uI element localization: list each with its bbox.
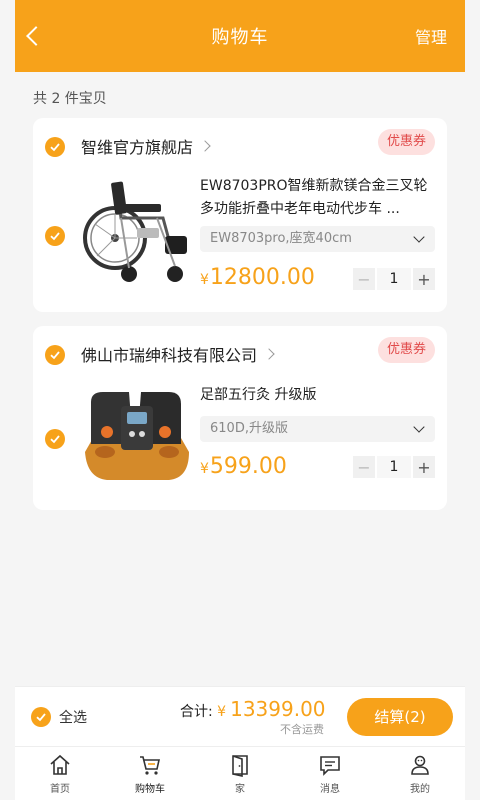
quantity-value[interactable]: 1 xyxy=(377,268,411,290)
product-name[interactable]: EW8703PRO智维新款镁合金三叉轮多功能折叠中老年电动代步车 ... xyxy=(200,175,435,221)
store-checkbox[interactable] xyxy=(45,345,65,365)
chevron-right-icon xyxy=(263,348,275,360)
tab-home[interactable]: 首页 xyxy=(15,747,105,800)
quantity-stepper: − 1 + xyxy=(353,268,435,290)
coupon-button[interactable]: 优惠券 xyxy=(377,129,435,155)
spec-select[interactable]: EW8703pro,座宽40cm xyxy=(200,226,435,252)
tab-label: 我的 xyxy=(410,783,430,795)
tab-label: 消息 xyxy=(320,783,340,795)
bottom-tab-bar: 首页 购物车 家 消息 我的 xyxy=(15,746,465,800)
coupon-button[interactable]: 优惠券 xyxy=(377,337,435,363)
tab-label: 首页 xyxy=(50,783,70,795)
product-price: ¥12800.00 xyxy=(200,265,315,290)
item-checkbox[interactable] xyxy=(45,429,65,449)
select-all-checkbox[interactable] xyxy=(31,707,51,727)
app-header: 购物车 管理 xyxy=(15,0,465,72)
decrease-button[interactable]: − xyxy=(353,268,375,290)
increase-button[interactable]: + xyxy=(413,456,435,478)
tab-messages[interactable]: 消息 xyxy=(285,747,375,800)
total-amount: 合计: ¥13399.00 xyxy=(180,697,326,721)
select-all-toggle[interactable]: 全选 xyxy=(31,707,87,727)
currency-symbol: ¥ xyxy=(200,461,209,477)
tab-cart[interactable]: 购物车 xyxy=(105,747,195,800)
check-icon xyxy=(50,435,60,444)
product-name[interactable]: 足部五行灸 升级版 xyxy=(200,384,435,407)
manage-button[interactable]: 管理 xyxy=(415,24,447,48)
check-icon xyxy=(50,232,60,241)
page-title: 购物车 xyxy=(211,27,269,48)
decrease-button[interactable]: − xyxy=(353,456,375,478)
chevron-right-icon xyxy=(199,140,211,152)
currency-symbol: ¥ xyxy=(200,272,209,288)
door-icon xyxy=(232,754,248,777)
store-name-link[interactable]: 智维官方旗舰店 xyxy=(81,134,211,158)
checkout-bar: 全选 合计: ¥13399.00 不含运费 结算(2) xyxy=(15,686,465,746)
store-checkbox[interactable] xyxy=(45,137,65,157)
wheelchair-image[interactable] xyxy=(77,178,195,288)
spec-value: EW8703pro,座宽40cm xyxy=(210,231,352,246)
store-name-link[interactable]: 佛山市瑞绅科技有限公司 xyxy=(81,342,275,366)
tab-label: 购物车 xyxy=(135,783,165,795)
quantity-stepper: − 1 + xyxy=(353,456,435,478)
quantity-value[interactable]: 1 xyxy=(377,456,411,478)
product-price: ¥599.00 xyxy=(200,454,287,479)
home-icon xyxy=(50,754,70,775)
item-count: 共 2 件宝贝 xyxy=(33,91,107,107)
cart-screen: 购物车 管理 共 2 件宝贝 智维官方旗舰店 优惠券 EW8703PRO智维新款… xyxy=(15,0,465,800)
price-value: 12800.00 xyxy=(209,265,315,290)
store-name: 智维官方旗舰店 xyxy=(81,138,194,157)
message-icon xyxy=(320,755,340,776)
total-currency-symbol: ¥ xyxy=(217,704,227,720)
tab-family[interactable]: 家 xyxy=(195,747,285,800)
chevron-down-icon xyxy=(413,231,425,243)
cart-icon xyxy=(140,755,160,775)
chevron-down-icon xyxy=(413,421,425,433)
tab-label: 家 xyxy=(235,783,245,795)
check-icon xyxy=(36,713,46,722)
checkout-button[interactable]: 结算(2) xyxy=(347,698,453,736)
profile-icon xyxy=(411,755,429,775)
foot-massager-image[interactable] xyxy=(77,382,195,492)
spec-select[interactable]: 610D,升级版 xyxy=(200,416,435,442)
store-card: 佛山市瑞绅科技有限公司 优惠券 足部五行灸 升级版 610D,升级版 ¥599.… xyxy=(33,326,447,510)
check-icon xyxy=(50,351,60,360)
item-checkbox[interactable] xyxy=(45,226,65,246)
tab-profile[interactable]: 我的 xyxy=(375,747,465,800)
price-value: 599.00 xyxy=(209,454,287,479)
total-label: 合计: xyxy=(180,704,213,720)
total-value: 13399.00 xyxy=(230,697,326,721)
increase-button[interactable]: + xyxy=(413,268,435,290)
store-name: 佛山市瑞绅科技有限公司 xyxy=(81,346,258,365)
spec-value: 610D,升级版 xyxy=(210,421,288,436)
check-icon xyxy=(50,143,60,152)
select-all-label: 全选 xyxy=(59,710,87,726)
shipping-note: 不含运费 xyxy=(280,723,324,736)
store-card: 智维官方旗舰店 优惠券 EW8703PRO智维新款镁合金三叉轮多功能折叠中老年电… xyxy=(33,118,447,312)
